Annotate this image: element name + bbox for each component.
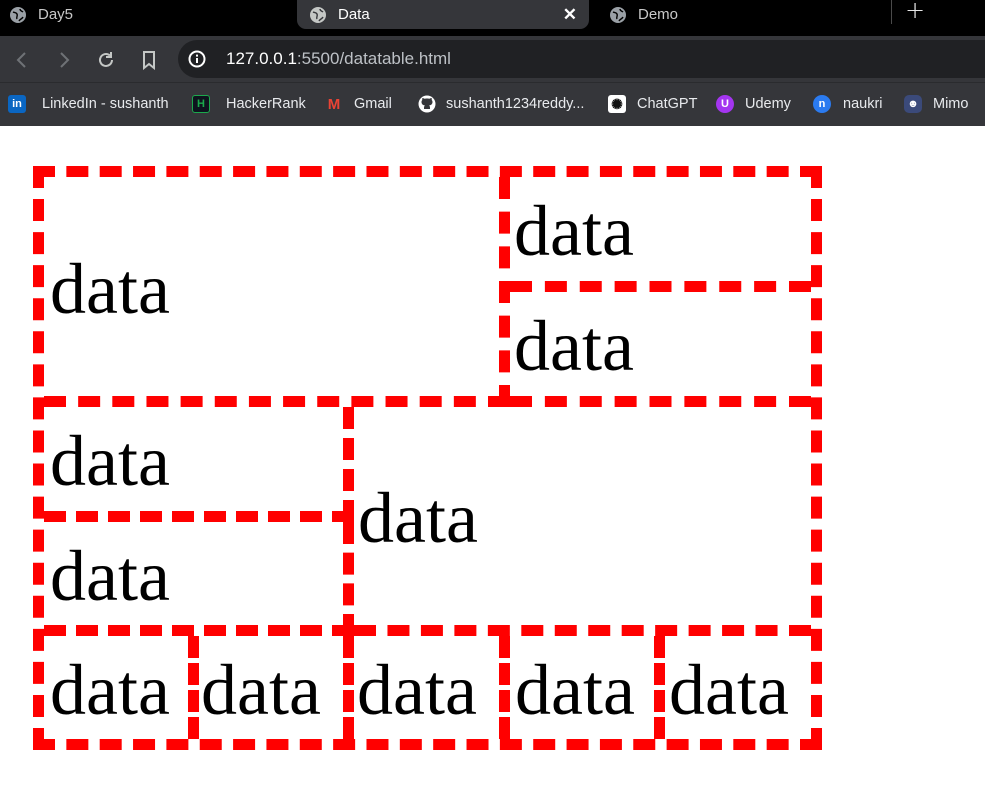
bookmark-naukri[interactable]: n naukri [813, 94, 883, 114]
bookmark-chatgpt[interactable]: ✺ ChatGPT [608, 94, 697, 114]
tab-data[interactable]: Data ✕ [297, 0, 589, 29]
reload-button[interactable] [95, 49, 117, 71]
globe-icon [609, 6, 627, 24]
bookmark-label: ChatGPT [637, 96, 698, 112]
tab-day5[interactable]: Day5 [9, 0, 73, 29]
naukri-icon: n [813, 95, 831, 113]
tab-label: Demo [638, 6, 679, 23]
bookmark-label: sushanth1234reddy... [446, 96, 585, 112]
gmail-icon: M [327, 95, 341, 113]
table-cell: data [510, 292, 811, 407]
forward-button[interactable] [53, 49, 75, 71]
bookmark-gmail[interactable]: M Gmail [325, 94, 392, 114]
reload-icon [99, 52, 113, 67]
bookmark-label: Gmail [354, 96, 392, 112]
mimo-icon: ☻ [904, 95, 922, 113]
globe-icon [9, 6, 27, 24]
url-text: 127.0.0.1:5500/datatable.html [226, 49, 451, 69]
address-bar[interactable]: 127.0.0.1:5500/datatable.html [178, 40, 985, 78]
bookmark-udemy[interactable]: U Udemy [716, 94, 791, 114]
tab-label: Day5 [38, 6, 74, 23]
bookmark-label: HackerRank [226, 96, 306, 112]
linkedin-icon: in [8, 95, 26, 113]
back-button[interactable] [11, 49, 33, 71]
table-cell: data [354, 407, 811, 636]
browser-toolbar: 127.0.0.1:5500/datatable.html [0, 36, 985, 82]
url-host: 127.0.0.1 [226, 49, 297, 68]
table-cell: data [510, 177, 811, 292]
close-tab-icon[interactable]: ✕ [563, 5, 577, 25]
new-tab-button[interactable]: + [905, 0, 925, 22]
table-cell: data [44, 177, 510, 407]
table-cell: data [199, 636, 354, 739]
bookmark-label: Udemy [745, 96, 791, 112]
table-cell: data [669, 649, 789, 730]
tab-strip: Day5 Data ✕ Demo + [0, 0, 985, 36]
table-cell: data [510, 636, 665, 739]
tab-label: Data [338, 6, 370, 23]
tab-divider [891, 0, 892, 24]
forward-arrow-icon [60, 52, 70, 68]
table-cell: data [354, 636, 510, 739]
table-cell: data [44, 636, 199, 739]
url-path: :5500/datatable.html [296, 49, 451, 68]
site-info-icon[interactable] [188, 50, 206, 68]
udemy-icon: U [716, 95, 734, 113]
tab-demo[interactable]: Demo [609, 0, 678, 29]
bookmark-mimo[interactable]: ☻ Mimo [904, 94, 968, 114]
bookmark-hackerrank[interactable]: H HackerRank [192, 94, 306, 114]
bookmark-label: Mimo [933, 96, 969, 112]
bookmarks-bar: in LinkedIn - sushanth H HackerRank M Gm… [0, 82, 985, 126]
bookmark-icon [143, 51, 155, 70]
page-viewport: data data data data data data data data … [0, 126, 985, 807]
bookmark-label: LinkedIn - sushanth [42, 96, 169, 112]
back-arrow-icon [16, 52, 26, 68]
table-cell: data [44, 407, 354, 522]
globe-icon [309, 6, 327, 24]
bookmark-github[interactable]: sushanth1234reddy... [418, 94, 584, 114]
table-cell: data [44, 522, 354, 636]
bookmark-linkedin[interactable]: in LinkedIn - sushanth [8, 94, 169, 114]
data-table: data data data data data data data data … [33, 166, 822, 750]
chatgpt-icon: ✺ [608, 95, 626, 113]
bookmark-label: naukri [843, 96, 883, 112]
hackerrank-icon: H [192, 95, 210, 113]
bookmark-button[interactable] [138, 49, 160, 71]
github-icon [418, 95, 436, 113]
